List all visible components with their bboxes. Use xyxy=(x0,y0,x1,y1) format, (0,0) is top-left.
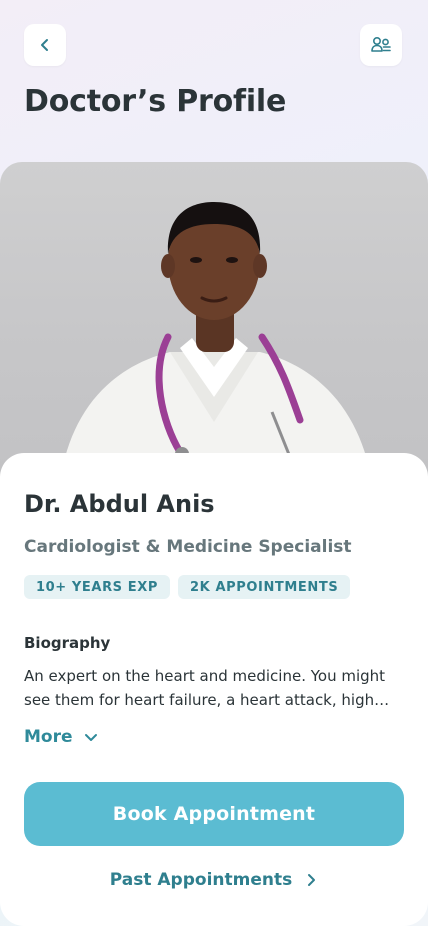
biography-text: An expert on the heart and medicine. You… xyxy=(24,667,390,709)
chevron-left-icon xyxy=(41,39,48,51)
doctor-photo xyxy=(0,162,428,482)
chevron-right-icon xyxy=(308,874,316,886)
doctor-portrait-image xyxy=(60,202,372,482)
doctor-name: Dr. Abdul Anis xyxy=(24,490,215,518)
switch-profile-button[interactable] xyxy=(360,24,402,66)
experience-badge: 10+ YEARS EXP xyxy=(24,575,170,599)
book-appointment-button[interactable]: Book Appointment xyxy=(24,782,404,846)
appointments-badge: 2K APPOINTMENTS xyxy=(178,575,351,599)
doctor-specialty: Cardiologist & Medicine Specialist xyxy=(24,537,352,557)
past-appointments-label: Past Appointments xyxy=(109,870,293,890)
chevron-down-icon xyxy=(84,734,97,741)
past-appointments-link[interactable]: Past Appointments xyxy=(0,870,428,890)
more-label: More xyxy=(24,727,73,747)
biography-heading: Biography xyxy=(24,634,111,652)
back-button[interactable] xyxy=(24,24,66,66)
users-switch-icon xyxy=(371,36,391,52)
more-button[interactable]: More xyxy=(24,727,99,747)
page-title: Doctor’s Profile xyxy=(24,84,287,119)
